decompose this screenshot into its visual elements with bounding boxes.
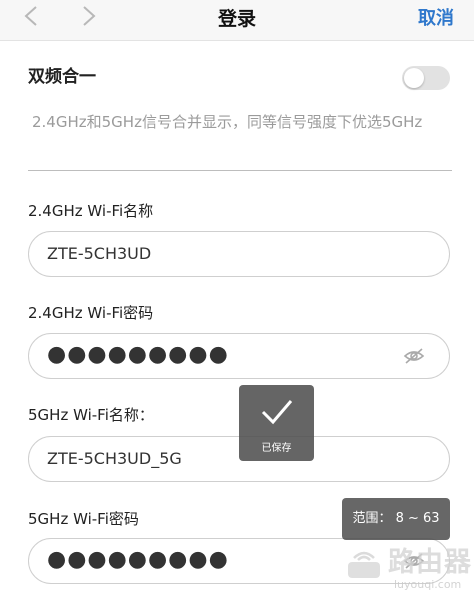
top-bar: 登录 取消 [0, 0, 474, 41]
wifi-24-name-field[interactable]: ZTE-5CH3UD [28, 231, 450, 277]
checkmark-icon [261, 400, 293, 425]
wifi-5-name-label: 5GHz Wi-Fi名称： [28, 406, 154, 424]
wifi-5-name-value: ZTE-5CH3UD_5G [47, 449, 182, 468]
wifi-24-password-label: 2.4GHz Wi-Fi密码 [28, 304, 154, 322]
watermark-subtext: luyouqi.com [394, 578, 462, 591]
wifi-24-name-label: 2.4GHz Wi-Fi名称 [28, 202, 154, 220]
hide-password-eye-icon[interactable] [403, 347, 425, 365]
description-divider [28, 170, 452, 171]
router-logo-icon [348, 551, 380, 578]
toggle-knob [404, 68, 424, 88]
wifi-5-password-value: ●●●●●●●●● [47, 547, 229, 572]
watermark: 路由器 luyouqi.com [338, 540, 474, 600]
dual-band-description: 2.4GHz和5GHz信号合并显示，同等信号强度下优选5GHz [32, 113, 423, 131]
page-title: 登录 [217, 8, 256, 30]
dual-band-label: 双频合一 [28, 67, 96, 87]
wifi-5-password-label: 5GHz Wi-Fi密码 [28, 510, 139, 528]
wifi-24-password-field[interactable]: ●●●●●●●●● [28, 333, 450, 379]
password-range-tooltip: 范围： 8 ~ 63 [342, 498, 450, 540]
wifi-24-name-value: ZTE-5CH3UD [47, 244, 152, 263]
saved-toast: 已保存 [239, 385, 314, 461]
wifi-24-password-value: ●●●●●●●●● [47, 342, 229, 367]
dual-band-toggle[interactable] [402, 66, 450, 90]
watermark-text: 路由器 [388, 547, 472, 578]
cancel-button[interactable]: 取消 [418, 4, 454, 30]
toast-text: 已保存 [261, 443, 292, 454]
